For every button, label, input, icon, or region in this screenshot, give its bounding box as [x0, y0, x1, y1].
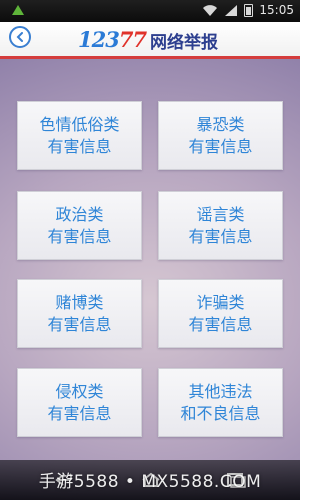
tile-label: 色情低俗类 有害信息	[39, 114, 120, 156]
logo-number-part2: 77	[118, 27, 147, 52]
tile-political[interactable]: 政治类 有害信息	[17, 191, 142, 260]
header: 12377 网络举报	[0, 22, 300, 59]
tile-label: 谣言类 有害信息	[188, 204, 253, 246]
logo-text: 网络举报	[150, 33, 218, 53]
tile-terrorism[interactable]: 暴恐类 有害信息	[158, 101, 283, 170]
tile-pornography[interactable]: 色情低俗类 有害信息	[17, 101, 142, 170]
tile-label: 政治类 有害信息	[47, 204, 112, 246]
tile-rumor[interactable]: 谣言类 有害信息	[158, 191, 283, 260]
wifi-icon	[203, 4, 218, 16]
battery-icon	[244, 3, 254, 17]
notification-icon	[12, 5, 24, 15]
tile-infringement[interactable]: 侵权类 有害信息	[17, 368, 142, 437]
watermark: 手游5588 • MX5588.COM	[38, 472, 262, 492]
status-bar: 15:05	[0, 0, 300, 22]
logo-number: 12377	[78, 27, 147, 52]
report-category-grid: 色情低俗类 有害信息 暴恐类 有害信息 政治类 有害信息 谣言类 有害信息 赌博…	[0, 59, 300, 500]
status-time: 15:05	[259, 3, 294, 17]
signal-icon	[225, 4, 238, 16]
tile-label: 暴恐类 有害信息	[188, 114, 253, 156]
status-bar-right: 15:05	[202, 3, 294, 17]
tile-label: 赌博类 有害信息	[47, 292, 112, 334]
tile-other-illegal[interactable]: 其他违法 和不良信息	[158, 368, 283, 437]
tile-fraud[interactable]: 诈骗类 有害信息	[158, 279, 283, 348]
tile-label: 诈骗类 有害信息	[188, 292, 253, 334]
chevron-left-icon	[16, 32, 23, 42]
back-button[interactable]	[9, 26, 31, 48]
tile-label: 其他违法 和不良信息	[180, 381, 261, 423]
logo-number-part1: 123	[78, 27, 120, 52]
tile-gambling[interactable]: 赌博类 有害信息	[17, 279, 142, 348]
tile-label: 侵权类 有害信息	[47, 381, 112, 423]
